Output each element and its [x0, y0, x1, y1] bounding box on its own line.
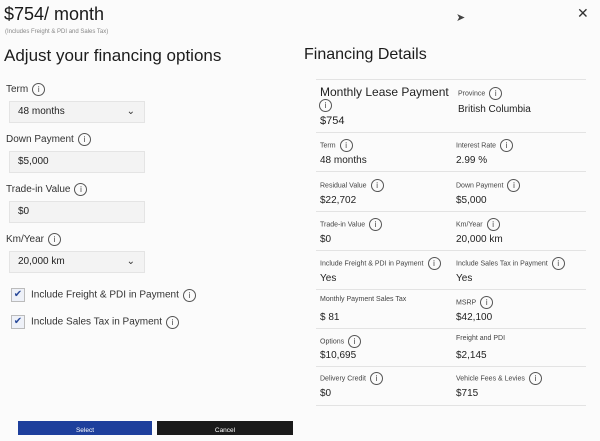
info-icon[interactable]: i: [348, 335, 362, 348]
info-icon[interactable]: i: [486, 218, 500, 231]
info-icon[interactable]: i: [32, 83, 46, 96]
divider: [316, 132, 586, 133]
down-payment-input[interactable]: $5,000: [9, 151, 145, 173]
freight-pdi-checkbox[interactable]: ✔: [11, 288, 25, 302]
divider: [316, 171, 586, 172]
freight-pdi-value: $2,145: [456, 350, 487, 361]
monthly-tax-value: $ 81: [320, 312, 340, 323]
term-select[interactable]: 48 months ⌄: [9, 101, 145, 123]
divider: [316, 211, 586, 212]
down-payment-detail-value: $5,000: [456, 195, 487, 206]
divider: [316, 405, 586, 406]
info-icon[interactable]: i: [182, 288, 196, 302]
select-button[interactable]: Select: [18, 421, 152, 435]
msrp-value: $42,100: [456, 312, 493, 323]
adjust-options-title: Adjust your financing options: [4, 46, 222, 65]
down-payment-detail-label: Down Payment i: [456, 179, 521, 192]
trade-in-input[interactable]: $0: [9, 201, 145, 223]
info-icon[interactable]: i: [528, 372, 542, 385]
cancel-button[interactable]: Cancel: [157, 421, 293, 435]
include-tax-detail-value: Yes: [456, 273, 473, 284]
km-year-detail-value: 20,000 km: [456, 234, 503, 245]
freight-pdi-checkbox-row[interactable]: ✔ Include Freight & PDI in Payment i: [11, 288, 196, 302]
interest-rate-value: 2.99 %: [456, 155, 488, 166]
trade-in-detail-label: Trade-in Value i: [320, 218, 383, 231]
info-icon[interactable]: i: [74, 183, 88, 196]
province-value: British Columbia: [458, 104, 531, 115]
info-icon[interactable]: i: [339, 139, 353, 152]
divider: [316, 328, 586, 329]
chevron-down-icon: ⌄: [126, 106, 135, 117]
divider: [316, 250, 586, 251]
info-icon[interactable]: i: [551, 257, 565, 270]
info-icon[interactable]: i: [370, 179, 384, 192]
monthly-lease-value: $754: [320, 115, 345, 127]
term-label: Term i: [6, 83, 46, 96]
info-icon[interactable]: i: [166, 315, 180, 329]
term-detail-label: Term i: [320, 139, 353, 152]
info-icon[interactable]: i: [480, 296, 494, 309]
residual-value-label: Residual Value i: [320, 179, 384, 192]
km-year-label: Km/Year i: [6, 233, 61, 246]
include-freight-detail-value: Yes: [320, 273, 337, 284]
km-year-select[interactable]: 20,000 km ⌄: [9, 251, 145, 273]
delivery-credit-label: Delivery Credit i: [320, 372, 383, 385]
close-icon[interactable]: ✕: [577, 5, 589, 22]
info-icon[interactable]: i: [369, 218, 383, 231]
monthly-lease-label: Monthly Lease Payment: [320, 85, 449, 99]
chevron-down-icon: ⌄: [126, 256, 135, 267]
sales-tax-checkbox[interactable]: ✔: [11, 315, 25, 329]
info-icon[interactable]: i: [369, 372, 383, 385]
divider: [316, 289, 586, 290]
monthly-tax-label: Monthly Payment Sales Tax: [320, 296, 407, 303]
residual-value: $22,702: [320, 195, 357, 206]
interest-rate-label: Interest Rate i: [456, 139, 514, 152]
options-label: Options i: [320, 335, 362, 348]
financing-details-title: Financing Details: [304, 46, 427, 63]
down-payment-label: Down Payment i: [6, 133, 91, 146]
info-icon[interactable]: i: [77, 133, 91, 146]
trade-in-detail-value: $0: [320, 234, 332, 245]
info-icon[interactable]: i: [489, 87, 503, 100]
include-tax-detail-label: Include Sales Tax in Payment i: [456, 257, 565, 270]
price-includes-note: (Includes Freight & PDI and Sales Tax): [5, 29, 109, 35]
info-icon[interactable]: i: [507, 179, 521, 192]
km-year-detail-label: Km/Year i: [456, 218, 500, 231]
msrp-label: MSRP i: [456, 296, 494, 309]
mouse-cursor-icon: ➤: [456, 12, 466, 24]
freight-pdi-label: Freight and PDI: [456, 335, 506, 342]
options-value: $10,695: [320, 350, 357, 361]
divider: [316, 366, 586, 367]
include-freight-detail-label: Include Freight & PDI in Payment i: [320, 257, 441, 270]
divider: [316, 79, 586, 80]
province-label: Province i: [458, 87, 503, 100]
info-icon[interactable]: i: [47, 233, 61, 246]
term-detail-value: 48 months: [320, 155, 367, 166]
info-icon[interactable]: i: [319, 99, 332, 112]
monthly-price-heading: $754/ month: [4, 4, 105, 24]
delivery-credit-value: $0: [320, 388, 332, 399]
info-icon[interactable]: i: [427, 257, 441, 270]
info-icon[interactable]: i: [500, 139, 514, 152]
sales-tax-checkbox-row[interactable]: ✔ Include Sales Tax in Payment i: [11, 315, 180, 329]
vehicle-fees-label: Vehicle Fees & Levies i: [456, 372, 542, 385]
trade-in-label: Trade-in Value i: [6, 183, 88, 196]
vehicle-fees-value: $715: [456, 388, 479, 399]
